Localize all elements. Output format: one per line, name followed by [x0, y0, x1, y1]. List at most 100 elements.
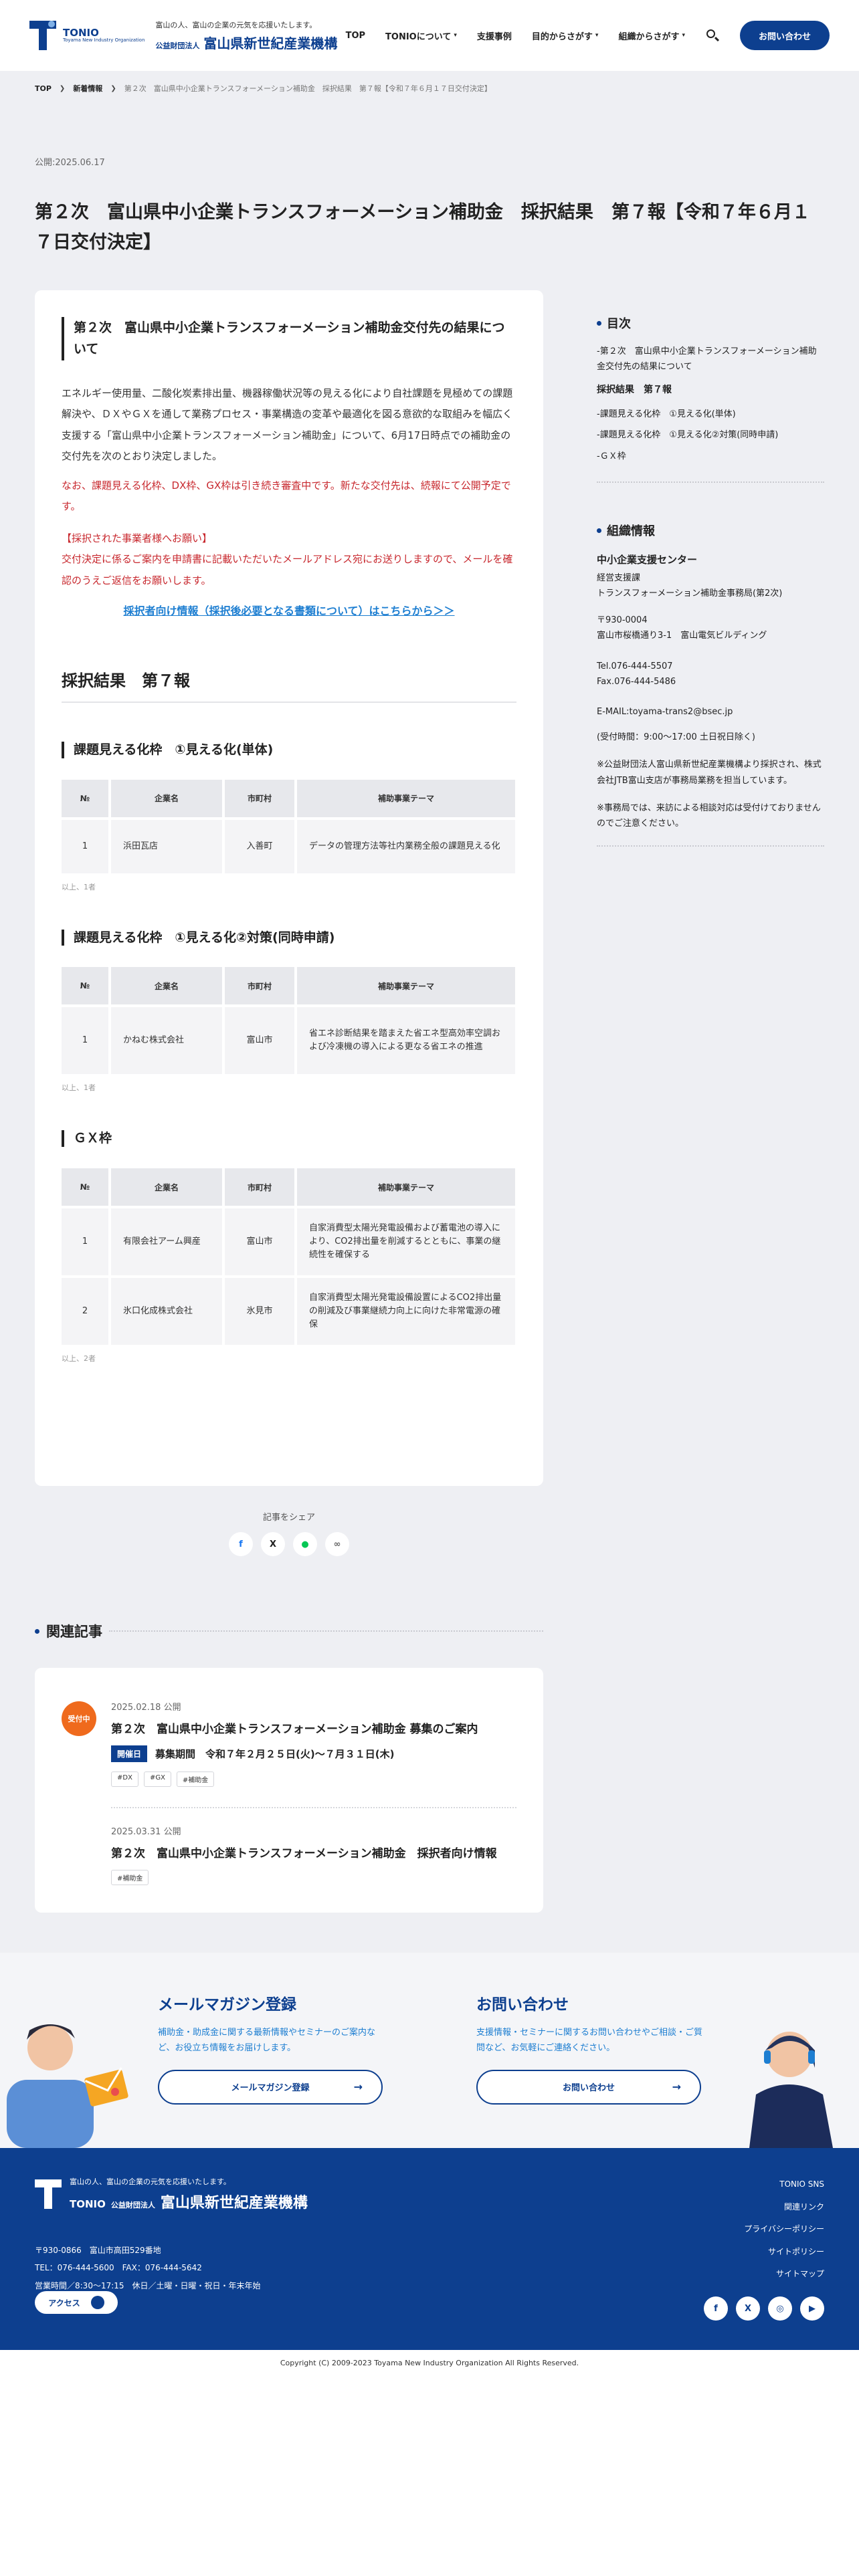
header-contact-button[interactable]: お問い合わせ — [740, 21, 830, 50]
status-badge: 受付中 — [62, 1701, 96, 1736]
footer-tagline: 富山の人、富山の企業の元気を応援いたします。 — [70, 2177, 231, 2186]
x-icon[interactable]: X — [736, 2296, 760, 2321]
row-theme: 自家消費型太陽光発電設備および蓄電池の導入により、CO2排出量を削減するとともに… — [297, 1208, 515, 1276]
chevron-right-icon: ❯ — [110, 84, 116, 92]
toc-item[interactable]: -課題見える化枠 ①見える化(単体) — [597, 407, 824, 422]
newsletter-button[interactable]: メールマガジン登録 → — [158, 2069, 383, 2105]
org-note: ※公益財団法人富山県新世紀産業機構より採択され、株式会社JTB富山支店が事務局業… — [597, 760, 822, 786]
bullet-icon — [597, 528, 601, 533]
org-tel: Tel.076-444-5507 — [597, 661, 673, 671]
row-no: 1 — [62, 1007, 108, 1075]
result-count: 以上、2者 — [62, 1354, 96, 1364]
row-city: 富山市 — [225, 1007, 294, 1075]
logo-wordmark: TONIO — [63, 26, 99, 39]
related-date: 2025.02.18 公開 — [111, 1703, 181, 1713]
share-section: 記事をシェア f X ● ∞ — [35, 1510, 543, 1556]
chevron-right-icon: ❯ — [59, 84, 66, 92]
adopted-info-link[interactable]: 採択者向け情報（採択後必要となる書類について）はこちらから＞＞ — [62, 602, 516, 618]
tag[interactable]: #DX — [111, 1772, 138, 1787]
site-header: TONIO Toyama New Industry Organization 富… — [0, 0, 859, 71]
breadcrumb-top[interactable]: TOP — [35, 84, 52, 93]
footer-org-name: 富山県新世紀産業機構 — [160, 2195, 308, 2212]
footer-link-site-policy[interactable]: サイトポリシー — [744, 2241, 824, 2264]
results-table: № 企業名 市町村 補助事業テーマ 1 浜田瓦店 入善町 データの管理方法等社内… — [59, 777, 518, 876]
footer-link-privacy[interactable]: プライバシーポリシー — [744, 2218, 824, 2241]
tag[interactable]: #補助金 — [111, 1870, 149, 1885]
footer-address: 〒930-0866 富山市高田529番地 — [35, 2246, 161, 2255]
column-header-company: 企業名 — [111, 1168, 222, 1206]
person-illustration — [7, 2024, 128, 2148]
chevron-down-icon: ▾ — [454, 32, 457, 39]
table-row: 1 浜田瓦店 入善町 データの管理方法等社内業務全般の課題見える化 — [62, 819, 515, 873]
nav-top[interactable]: TOP — [346, 31, 365, 41]
cta-band: メールマガジン登録 補助金・助成金に関する最新情報やセミナーのご案内など、お役立… — [0, 1953, 859, 2148]
newsletter-title: メールマガジン登録 — [158, 1996, 296, 2014]
org-center-name: 中小企業支援センター — [597, 554, 698, 566]
related-article-title[interactable]: 第２次 富山県中小企業トランスフォーメーション補助金 募集のご案内 — [111, 1719, 516, 1736]
toc-item[interactable]: -ＧＸ枠 — [597, 449, 824, 464]
line-icon[interactable]: ● — [293, 1532, 317, 1556]
nav-by-organization[interactable]: 組織からさがす ▾ — [618, 29, 685, 42]
access-button[interactable]: アクセス — [35, 2291, 118, 2314]
footer-link-sns[interactable]: TONIO SNS — [744, 2173, 824, 2196]
row-company: かねむ株式会社 — [111, 1007, 222, 1075]
column-header-city: 市町村 — [225, 779, 294, 817]
facebook-icon[interactable]: f — [229, 1532, 253, 1556]
youtube-icon[interactable]: ▶ — [800, 2296, 824, 2321]
adopted-notice: 【採択された事業者様へお願い】 交付決定に係るご案内を申請書に記載いただいたメー… — [62, 528, 516, 592]
footer-link-sitemap[interactable]: サイトマップ — [744, 2263, 824, 2286]
column-header-theme: 補助事業テーマ — [297, 779, 515, 817]
breadcrumb-news[interactable]: 新着情報 — [73, 83, 102, 94]
nav-cases[interactable]: 支援事例 — [477, 29, 512, 42]
related-title: 関連記事 — [46, 1624, 102, 1640]
toc-item[interactable]: -第２次 富山県中小企業トランスフォーメーション補助金交付先の結果について — [597, 344, 824, 375]
header-tagline: 富山の人、富山の企業の元気を応援いたします。 — [155, 20, 317, 29]
nav-about[interactable]: TONIOについて ▾ — [385, 29, 457, 42]
breadcrumb: TOP ❯ 新着情報 ❯ 第２次 富山県中小企業トランスフォーメーション補助金 … — [35, 83, 492, 94]
org-name: 富山県新世紀産業機構 — [203, 35, 338, 51]
toc-title: 目次 — [607, 317, 631, 331]
tag[interactable]: #補助金 — [176, 1772, 215, 1787]
footer-wordmark: TONIO — [70, 2198, 106, 2210]
bullet-icon — [35, 1628, 39, 1634]
related-article-title[interactable]: 第２次 富山県中小企業トランスフォーメーション補助金 採択者向け情報 — [111, 1844, 516, 1860]
footer-contact-info: 〒930-0866 富山市高田529番地 TEL：076-444-5600 FA… — [35, 2242, 261, 2294]
org-dept: 経営支援課 — [597, 573, 641, 583]
nav-by-purpose[interactable]: 目的からさがす ▾ — [532, 29, 599, 42]
related-article[interactable]: 2025.02.18 公開 第２次 富山県中小企業トランスフォーメーション補助金… — [111, 1700, 516, 1787]
related-header: 関連記事 — [35, 1621, 543, 1641]
toc-item[interactable]: -課題見える化枠 ①見える化②対策(同時申請) — [597, 427, 824, 443]
tag[interactable]: #GX — [143, 1772, 171, 1787]
contact-button[interactable]: お問い合わせ → — [476, 2069, 701, 2105]
row-city: 氷見市 — [225, 1278, 294, 1346]
footer-logo[interactable]: 富山の人、富山の企業の元気を応援いたします。 TONIO 公益財団法人 富山県新… — [35, 2176, 308, 2212]
toc-item[interactable]: 採択結果 第７報 — [597, 382, 824, 399]
arrow-right-icon: → — [353, 2080, 363, 2093]
org-hours: (受付時間：9:00〜17:00 土日祝日除く) — [597, 732, 755, 742]
link-icon[interactable]: ∞ — [325, 1532, 349, 1556]
org-email[interactable]: E-MAIL:toyama-trans2@bsec.jp — [597, 704, 824, 720]
table-row: 1 有限会社アーム興産 富山市 自家消費型太陽光発電設備および蓄電池の導入により… — [62, 1208, 515, 1276]
results-title: 採択結果 第７報 — [62, 667, 516, 704]
arrow-right-icon: → — [672, 2080, 681, 2093]
org-fax: Fax.076-444-5486 — [597, 676, 676, 687]
map-pin-icon — [90, 2296, 104, 2309]
contact-title: お問い合わせ — [476, 1996, 569, 2014]
status-label: 開催日 — [111, 1745, 148, 1762]
column-header-no: № — [62, 1168, 108, 1206]
footer-link-related[interactable]: 関連リンク — [744, 2196, 824, 2219]
x-icon[interactable]: X — [261, 1532, 285, 1556]
facebook-icon[interactable]: f — [704, 2296, 728, 2321]
chevron-down-icon: ▾ — [595, 32, 599, 39]
related-article[interactable]: 2025.03.31 公開 第２次 富山県中小企業トランスフォーメーション補助金… — [111, 1824, 516, 1885]
result-count: 以上、1者 — [62, 882, 96, 891]
site-logo[interactable]: TONIO Toyama New Industry Organization 富… — [29, 19, 337, 52]
tonio-logo-mark — [35, 2179, 62, 2209]
row-company: 氷口化成株式会社 — [111, 1278, 222, 1346]
column-header-city: 市町村 — [225, 967, 294, 1005]
instagram-icon[interactable]: ◎ — [768, 2296, 792, 2321]
table-row: 2 氷口化成株式会社 氷見市 自家消費型太陽光発電設備設置によるCO2排出量の削… — [62, 1278, 515, 1346]
search-icon[interactable] — [705, 28, 720, 43]
related-date: 2025.03.31 公開 — [111, 1827, 181, 1837]
footer-links: TONIO SNS 関連リンク プライバシーポリシー サイトポリシー サイトマッ… — [744, 2173, 824, 2286]
